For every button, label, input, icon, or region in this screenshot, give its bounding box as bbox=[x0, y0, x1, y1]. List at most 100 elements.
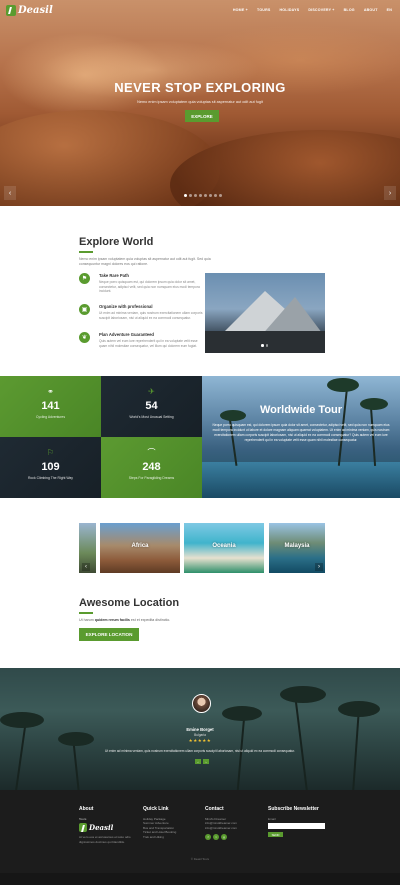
testimonial-next-icon[interactable]: › bbox=[203, 759, 209, 764]
section-title-awesome: Awesome Location bbox=[79, 597, 180, 609]
rating-stars-icon: ★★★★★ bbox=[188, 738, 212, 743]
footer-heading: About bbox=[79, 806, 94, 812]
slider-dot[interactable] bbox=[204, 194, 207, 197]
bicycle-icon: ⚭ bbox=[47, 387, 54, 396]
explore-intro: Nemo enim ipsam voluptatem quia voluptas… bbox=[79, 257, 211, 266]
leaf-icon: ❦ bbox=[79, 332, 90, 343]
image-slider-dots bbox=[261, 344, 268, 347]
footer-contact: Contact Mind's Dreamer info@minddreamer.… bbox=[205, 806, 260, 841]
nav-item-holidays[interactable]: HOLIDAYS bbox=[280, 8, 300, 12]
destination-card-oceania[interactable]: Oceania bbox=[184, 523, 264, 573]
explore-location-button[interactable]: EXPLORE LOCATION bbox=[79, 628, 139, 641]
slider-dot[interactable] bbox=[194, 194, 197, 197]
feature-item: ❦ Plan Adventure Guaranteed Quis autem v… bbox=[79, 332, 204, 352]
slider-dot[interactable] bbox=[219, 194, 222, 197]
testimonial-quote: Ut enim ad minima veniam, quis nostrum e… bbox=[105, 749, 295, 753]
feature-title: Take Rare Path bbox=[99, 273, 129, 278]
explore-button[interactable]: EXPLORE bbox=[185, 110, 219, 122]
google-plus-icon[interactable]: g bbox=[221, 834, 227, 841]
feature-desc: Ut enim ad minima veniam, quis nostrum e… bbox=[99, 311, 203, 320]
site-footer bbox=[0, 790, 400, 885]
avatar bbox=[192, 694, 211, 713]
slider-dot[interactable] bbox=[214, 194, 217, 197]
slider-dot[interactable] bbox=[189, 194, 192, 197]
airplane-icon: ✈ bbox=[148, 387, 155, 396]
slider-dot[interactable] bbox=[209, 194, 212, 197]
testimonial-role: Bulgaria bbox=[194, 733, 206, 737]
title-underline bbox=[79, 612, 93, 614]
slider-next-icon[interactable]: › bbox=[384, 186, 396, 200]
site-logo[interactable]: Deasil bbox=[6, 5, 53, 16]
carousel-next-icon[interactable]: › bbox=[315, 563, 323, 571]
testimonial-prev-icon[interactable]: ‹ bbox=[195, 759, 201, 764]
stat-label: Rock Climbing The Right Way bbox=[27, 476, 74, 480]
nav-item-language[interactable]: EN bbox=[387, 8, 392, 12]
facebook-icon[interactable]: f bbox=[205, 834, 211, 841]
paraglider-icon: ⌒ bbox=[147, 448, 156, 457]
palm-frond bbox=[222, 706, 262, 721]
destination-label: Oceania bbox=[212, 543, 236, 549]
stat-tile-setting: ✈ 54 World's Most Unusual Setting bbox=[101, 376, 202, 437]
footer-link[interactable]: Trek and Hiking bbox=[143, 835, 198, 839]
runner-icon: ⚐ bbox=[46, 448, 55, 457]
feature-desc: Quis autem vel eum iure reprehenderit qu… bbox=[99, 339, 198, 348]
slider-dot[interactable] bbox=[265, 344, 268, 347]
slider-dot[interactable] bbox=[184, 194, 187, 197]
footer-heading: Subscribe Newsletter bbox=[268, 806, 319, 812]
destination-card-africa[interactable]: Africa bbox=[100, 523, 180, 573]
newsletter-send-button[interactable]: SEND bbox=[268, 832, 283, 838]
contact-line[interactable]: info@minddreamer.com bbox=[205, 826, 260, 830]
destination-label: Africa bbox=[131, 543, 149, 549]
top-navigation: Deasil HOME + TOURS HOLIDAYS DISCOVERY +… bbox=[0, 0, 400, 22]
feature-item: ▣ Organize with professional Ut enim ad … bbox=[79, 304, 204, 324]
title-underline bbox=[79, 251, 93, 253]
nav-item-blog[interactable]: BLOG bbox=[344, 8, 355, 12]
awesome-text: Ut harum quidem rerum facilis est et exp… bbox=[79, 618, 171, 622]
nav-item-about[interactable]: ABOUT bbox=[364, 8, 378, 12]
footer-brand-small: Tours bbox=[79, 817, 87, 821]
logo-text: Deasil bbox=[89, 823, 114, 833]
footer-about-text: dignissimos ducimus qui blanditiis. bbox=[79, 839, 125, 844]
social-links: f t g bbox=[205, 834, 260, 841]
stat-label: Steps For Paragliding Dreams bbox=[128, 476, 175, 480]
nav-item-home[interactable]: HOME + bbox=[233, 8, 248, 12]
feature-title: Organize with professional bbox=[99, 304, 153, 309]
palm-frond bbox=[327, 378, 359, 392]
logo-icon bbox=[79, 823, 87, 833]
footer-bottom-bar bbox=[0, 873, 400, 885]
signpost-icon: ⚑ bbox=[79, 273, 90, 284]
footer-about: About Tours Deasil At vero eos et accusa… bbox=[79, 806, 134, 844]
tour-title: Worldwide Tour bbox=[259, 404, 343, 416]
section-title-explore: Explore World bbox=[79, 236, 154, 248]
feature-item: ⚑ Take Rare Path Neque porro quisquam es… bbox=[79, 273, 204, 293]
pool-water bbox=[202, 462, 400, 498]
palm-frond bbox=[338, 701, 380, 717]
stat-tile-paragliding: ⌒ 248 Steps For Paragliding Dreams bbox=[101, 437, 202, 498]
footer-quick-links: Quick Link Holiday Package Summer Advent… bbox=[143, 806, 198, 839]
bus-icon: ▣ bbox=[79, 304, 90, 315]
mountain-ridge bbox=[205, 331, 325, 353]
hero-banner: Deasil HOME + TOURS HOLIDAYS DISCOVERY +… bbox=[0, 0, 400, 206]
copyright-text: © Deasil Tours bbox=[190, 857, 210, 861]
worldwide-tour-banner: Worldwide Tour Neque porro quisquam est,… bbox=[202, 376, 400, 498]
slider-dot[interactable] bbox=[199, 194, 202, 197]
nav-item-tours[interactable]: TOURS bbox=[257, 8, 271, 12]
main-menu: HOME + TOURS HOLIDAYS DISCOVERY + BLOG A… bbox=[233, 8, 392, 12]
newsletter-email-input[interactable] bbox=[268, 823, 325, 830]
newsletter-label: Email bbox=[268, 817, 276, 821]
feature-desc: Neque porro quisquam est, qui dolorem ip… bbox=[99, 280, 200, 294]
mountain-image bbox=[205, 273, 325, 353]
slider-prev-icon[interactable]: ‹ bbox=[4, 186, 16, 200]
slider-dots bbox=[184, 194, 222, 197]
feature-title: Plan Adventure Guaranteed bbox=[99, 332, 154, 337]
footer-logo[interactable]: Deasil bbox=[79, 823, 134, 833]
stat-tile-cycling: ⚭ 141 Cycling Adventures bbox=[0, 376, 101, 437]
carousel-prev-icon[interactable]: ‹ bbox=[82, 563, 90, 571]
stat-number: 141 bbox=[41, 400, 60, 412]
logo-icon bbox=[6, 5, 16, 16]
palm-frond bbox=[0, 712, 44, 728]
twitter-icon[interactable]: t bbox=[213, 834, 219, 841]
stat-tile-climbing: ⚐ 109 Rock Climbing The Right Way bbox=[0, 437, 101, 498]
slider-dot[interactable] bbox=[261, 344, 264, 347]
nav-item-discovery[interactable]: DISCOVERY + bbox=[308, 8, 334, 12]
